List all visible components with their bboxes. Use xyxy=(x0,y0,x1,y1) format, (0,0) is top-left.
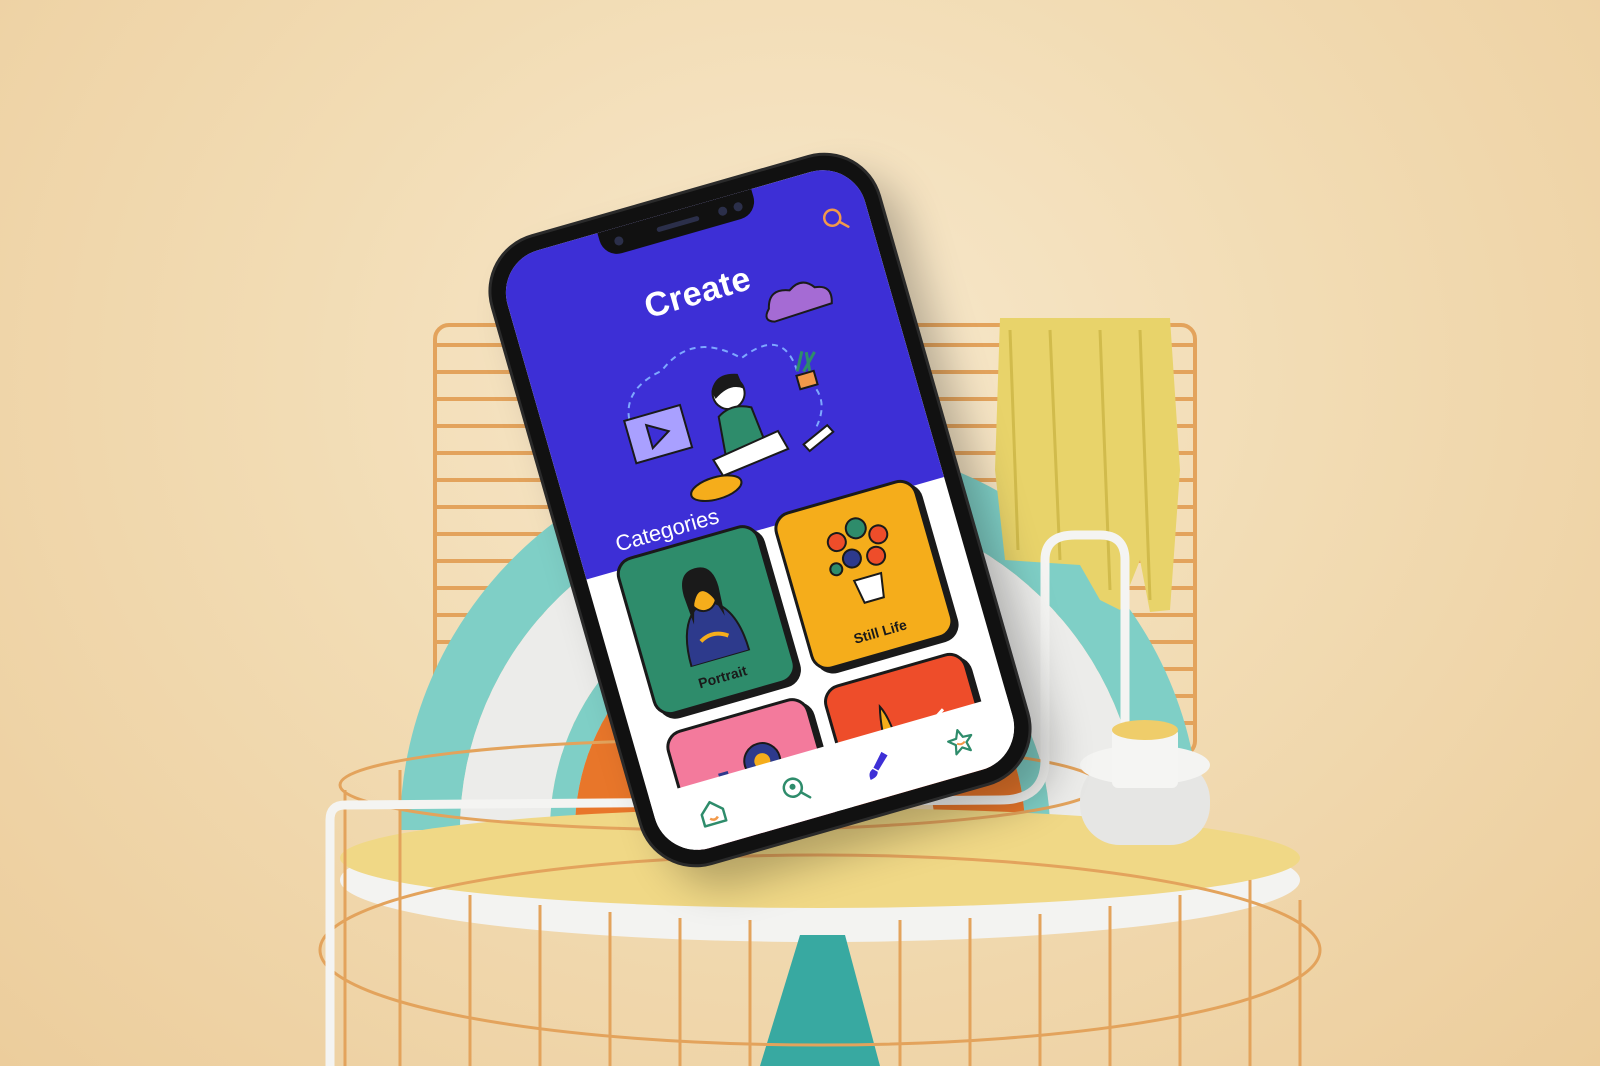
explore-icon xyxy=(782,777,812,799)
tab-home[interactable] xyxy=(694,794,731,831)
sensor-icon xyxy=(717,205,729,217)
camera-icon xyxy=(613,235,625,247)
star-icon xyxy=(947,729,973,756)
sensor-icon xyxy=(732,201,744,213)
home-icon xyxy=(700,800,728,828)
sunflowers-vase-icon xyxy=(826,517,889,604)
tab-create[interactable] xyxy=(859,747,896,784)
mona-lisa-icon xyxy=(682,567,751,669)
tab-favorites[interactable] xyxy=(942,723,979,760)
brush-icon xyxy=(869,751,888,780)
tab-explore[interactable] xyxy=(777,771,814,808)
speaker-grille xyxy=(656,215,700,233)
